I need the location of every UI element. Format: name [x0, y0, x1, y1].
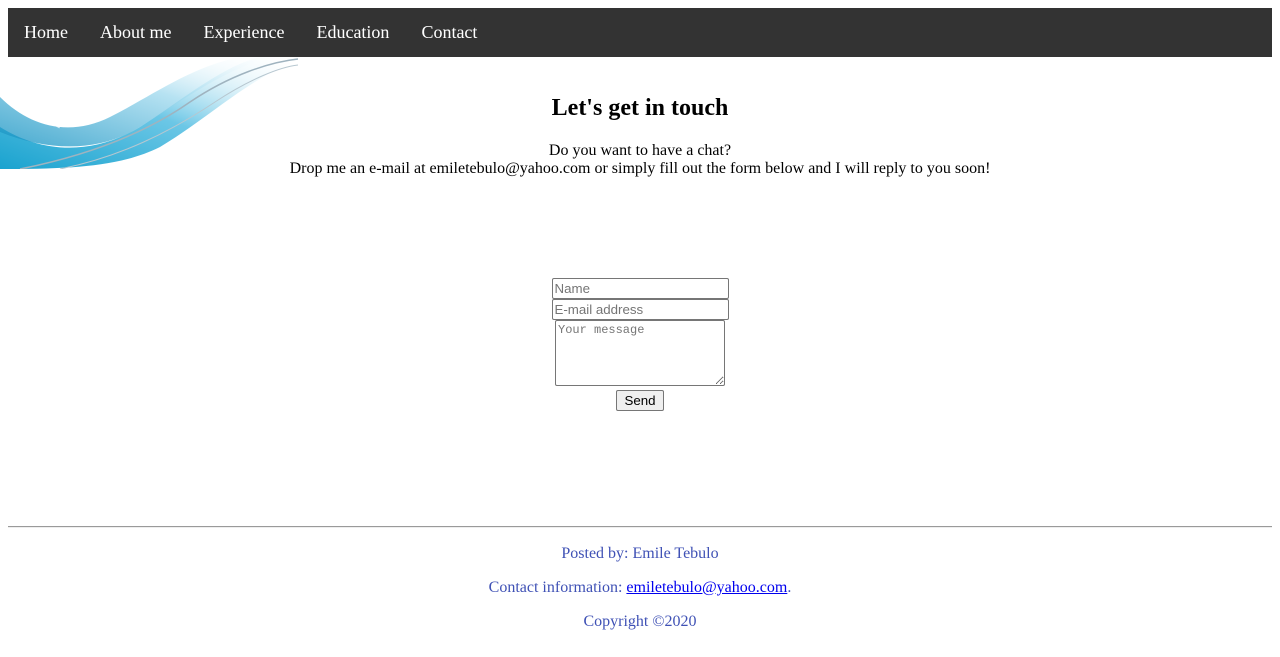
contact-information-label: Contact information: [488, 579, 627, 596]
footer-divider [8, 526, 1272, 528]
nav-item-home[interactable]: Home [8, 8, 84, 57]
send-button[interactable]: Send [616, 390, 664, 411]
nav-item-education[interactable]: Education [300, 8, 405, 57]
message-textarea[interactable] [555, 320, 725, 386]
intro-line-2: Drop me an e-mail at emiletebulo@yahoo.c… [289, 160, 991, 177]
name-input[interactable] [551, 278, 729, 299]
posted-by-text: Posted by: Emile Tebulo [561, 545, 719, 562]
nav-item-about-me[interactable]: About me [84, 8, 188, 57]
top-nav: Home About me Experience Education Conta… [8, 8, 1272, 57]
copyright-text: Copyright ©2020 [583, 613, 697, 630]
contact-email-link[interactable]: emiletebulo@yahoo.com [626, 579, 787, 596]
contact-information: Contact information: emiletebulo@yahoo.c… [0, 579, 1280, 597]
page-title: Let's get in touch [551, 95, 729, 121]
nav-item-experience[interactable]: Experience [188, 8, 301, 57]
email-input[interactable] [551, 299, 729, 320]
intro-line-1: Do you want to have a chat? [548, 142, 732, 159]
contact-information-suffix: . [787, 579, 792, 596]
intro-text: Do you want to have a chat? Drop me an e… [0, 142, 1280, 178]
nav-item-contact[interactable]: Contact [405, 8, 493, 57]
page: Home About me Experience Education Conta… [0, 0, 1280, 657]
contact-form: Send [0, 278, 1280, 411]
